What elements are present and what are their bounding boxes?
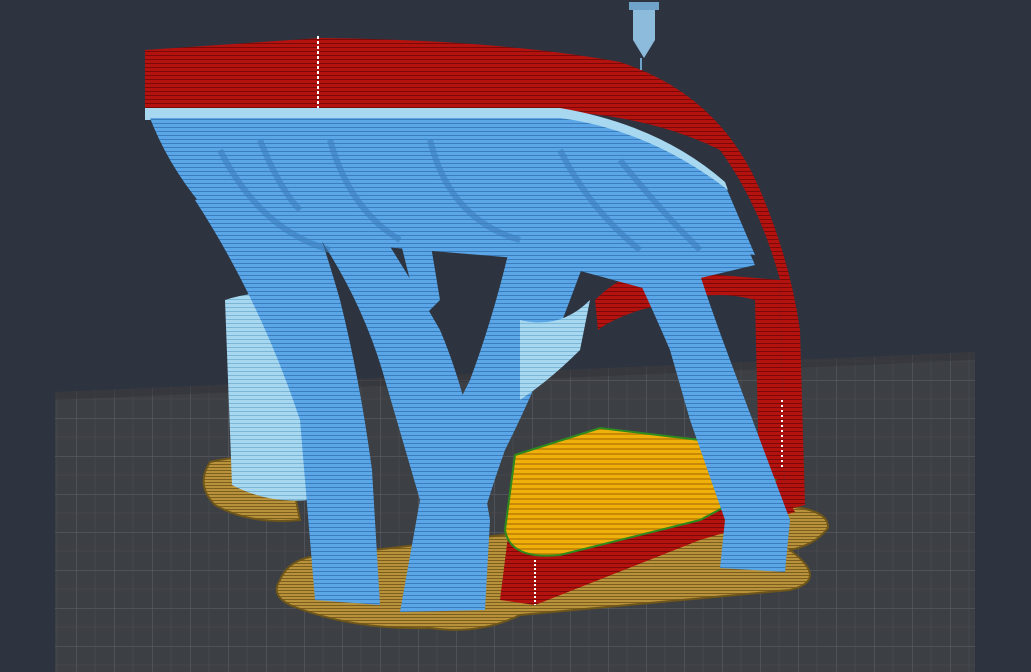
nozzle-icon <box>629 2 659 70</box>
3d-viewport[interactable] <box>0 0 1031 672</box>
scene-canvas[interactable] <box>0 0 1031 672</box>
